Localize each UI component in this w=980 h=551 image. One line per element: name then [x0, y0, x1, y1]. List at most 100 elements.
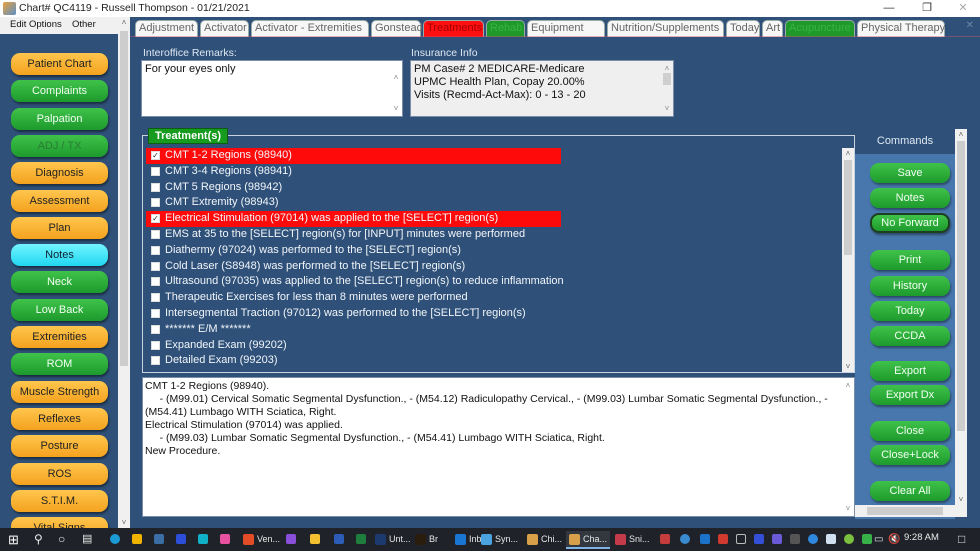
treatment-item[interactable]: EMS at 35 to the [SELECT] region(s) for …: [146, 227, 836, 243]
search-icon[interactable]: ⚲: [34, 531, 43, 549]
sidebar-item-low-back[interactable]: Low Back: [11, 298, 108, 321]
tab-rehab[interactable]: Rehab: [486, 20, 525, 37]
tab-activator[interactable]: Activator: [200, 20, 249, 37]
excel-icon[interactable]: [356, 534, 366, 544]
sidebar-item-diagnosis[interactable]: Diagnosis: [11, 162, 108, 185]
today-button[interactable]: Today: [870, 301, 950, 321]
scroll-up-arrow-icon[interactable]: ˄: [390, 71, 402, 84]
close-lock-button[interactable]: Close+Lock: [870, 445, 950, 465]
insurance-info-box[interactable]: PM Case# 2 MEDICARE-Medicare UPMC Health…: [410, 60, 674, 117]
windows-start-icon[interactable]: ⊞: [8, 531, 19, 549]
taskbar-app[interactable]: Cha...: [566, 531, 611, 549]
checkbox-icon[interactable]: [151, 340, 160, 350]
notes-button[interactable]: Notes: [870, 188, 950, 208]
store-icon[interactable]: [132, 534, 142, 544]
sidebar-item-palpation[interactable]: Palpation: [11, 107, 108, 130]
tab-gonstead[interactable]: Gonstead: [371, 20, 423, 37]
tab-acupuncture[interactable]: Acupuncture: [785, 20, 855, 37]
treatment-item[interactable]: CMT 5 Regions (98942): [146, 180, 836, 196]
taskbar-app[interactable]: Chi...: [524, 531, 565, 549]
clear-all-button[interactable]: Clear All: [870, 481, 950, 501]
system-clock[interactable]: 9:28 AM: [904, 532, 939, 543]
file-explorer-icon[interactable]: [310, 534, 320, 544]
scrollbar-thumb[interactable]: [867, 507, 943, 515]
teams-icon[interactable]: [772, 534, 782, 544]
scroll-down-arrow-icon[interactable]: ˅: [118, 518, 130, 527]
notifications-icon[interactable]: □: [958, 531, 965, 549]
tab-art[interactable]: Art: [762, 20, 783, 37]
outlook-tray-icon[interactable]: [700, 534, 710, 544]
sidebar-item-muscle-strength[interactable]: Muscle Strength: [11, 380, 108, 403]
sidebar-item-patient-chart[interactable]: Patient Chart: [11, 53, 108, 75]
checkbox-checked-icon[interactable]: ✓: [151, 214, 160, 224]
scroll-down-arrow-icon[interactable]: ˅: [842, 362, 854, 371]
treatment-item[interactable]: Therapeutic Exercises for less than 8 mi…: [146, 290, 836, 306]
tray-app-icon[interactable]: [718, 534, 728, 544]
app-icon[interactable]: [176, 534, 186, 544]
checkbox-icon[interactable]: [151, 308, 160, 318]
tab-equipment[interactable]: Equipment: [527, 20, 605, 37]
scrollbar-thumb[interactable]: [844, 160, 852, 255]
tray-app-icon[interactable]: [862, 534, 872, 544]
treatment-item[interactable]: CMT 3-4 Regions (98941): [146, 164, 836, 180]
tab-physical-therapy[interactable]: Physical Therapy: [857, 20, 945, 37]
notes-scrollbar[interactable]: ˄ ˅: [842, 378, 854, 516]
scrollbar-thumb[interactable]: [663, 73, 671, 85]
treatment-item[interactable]: Detailed Exam (99203): [146, 353, 836, 369]
word-icon[interactable]: [334, 534, 344, 544]
treatment-item[interactable]: Cold Laser (S8948) was performed to the …: [146, 259, 836, 275]
tray-app-icon[interactable]: [754, 534, 764, 544]
taskbar-app[interactable]: Ven...: [240, 531, 283, 549]
tray-app-icon[interactable]: [660, 534, 670, 544]
visual-studio-icon[interactable]: [286, 534, 296, 544]
scrollbar-thumb[interactable]: [120, 31, 128, 366]
treatment-item[interactable]: Expanded Exam (99202): [146, 338, 836, 354]
sidebar-item-ros[interactable]: ROS: [11, 462, 108, 485]
task-view-icon[interactable]: ▤: [82, 531, 92, 549]
menu-edit-options[interactable]: Edit Options: [10, 19, 62, 30]
scroll-up-arrow-icon[interactable]: ˄: [842, 379, 854, 392]
treatment-item[interactable]: CMT Extremity (98943): [146, 195, 836, 211]
checkbox-icon[interactable]: [151, 356, 160, 366]
commands-scrollbar[interactable]: ˄ ˅: [955, 129, 967, 505]
export-button[interactable]: Export: [870, 361, 950, 381]
app-icon[interactable]: [154, 534, 164, 544]
scrollbar-thumb[interactable]: [957, 141, 965, 431]
tray-app-icon[interactable]: [808, 534, 818, 544]
procedure-notes-textarea[interactable]: CMT 1-2 Regions (98940). - (M99.01) Cerv…: [142, 377, 855, 517]
checkbox-icon[interactable]: [151, 198, 160, 208]
tray-app-icon[interactable]: [680, 534, 690, 544]
sidebar-item-vital-signs[interactable]: Vital Signs: [11, 517, 108, 528]
scroll-down-arrow-icon[interactable]: ˅: [661, 102, 673, 115]
treatment-item[interactable]: Intersegmental Traction (97012) was perf…: [146, 306, 836, 322]
print-button[interactable]: Print: [870, 250, 950, 270]
minimize-button[interactable]: —: [872, 0, 906, 17]
scroll-down-arrow-icon[interactable]: ˅: [955, 495, 967, 504]
sidebar-item-neck[interactable]: Neck: [11, 271, 108, 294]
checkbox-icon[interactable]: [151, 293, 160, 303]
tray-app-icon[interactable]: [844, 534, 854, 544]
sidebar-item-plan[interactable]: Plan: [11, 216, 108, 239]
scroll-up-arrow-icon[interactable]: ˄: [118, 18, 130, 27]
tab-today[interactable]: Today: [726, 20, 760, 37]
treatment-item[interactable]: Ultrasound (97035) was applied to the [S…: [146, 274, 836, 290]
tray-app-icon[interactable]: [790, 534, 800, 544]
save-button[interactable]: Save: [870, 163, 950, 183]
treatment-item[interactable]: ******* E/M *******: [146, 322, 836, 338]
taskbar-app[interactable]: Unt...: [372, 531, 414, 549]
checkbox-icon[interactable]: [151, 229, 160, 239]
taskbar-app[interactable]: Br: [412, 531, 441, 549]
scroll-up-arrow-icon[interactable]: ˄: [955, 130, 967, 139]
ccda-button[interactable]: CCDA: [870, 326, 950, 346]
volume-muted-icon[interactable]: 🔇: [888, 531, 900, 549]
checkbox-icon[interactable]: [151, 166, 160, 176]
treatment-item[interactable]: Diathermy (97024) was performed to the […: [146, 243, 836, 259]
close-window-button[interactable]: ✕: [946, 0, 980, 17]
checkbox-icon[interactable]: [151, 182, 160, 192]
treatment-item[interactable]: ✓ CMT 1-2 Regions (98940): [146, 148, 561, 164]
close-button[interactable]: Close: [870, 421, 950, 441]
scroll-down-arrow-icon[interactable]: ˅: [842, 502, 854, 515]
treatments-scrollbar[interactable]: ˄ ˅: [842, 148, 854, 372]
menu-other[interactable]: Other: [72, 19, 96, 30]
tab-adjustment[interactable]: Adjustment: [135, 20, 198, 37]
